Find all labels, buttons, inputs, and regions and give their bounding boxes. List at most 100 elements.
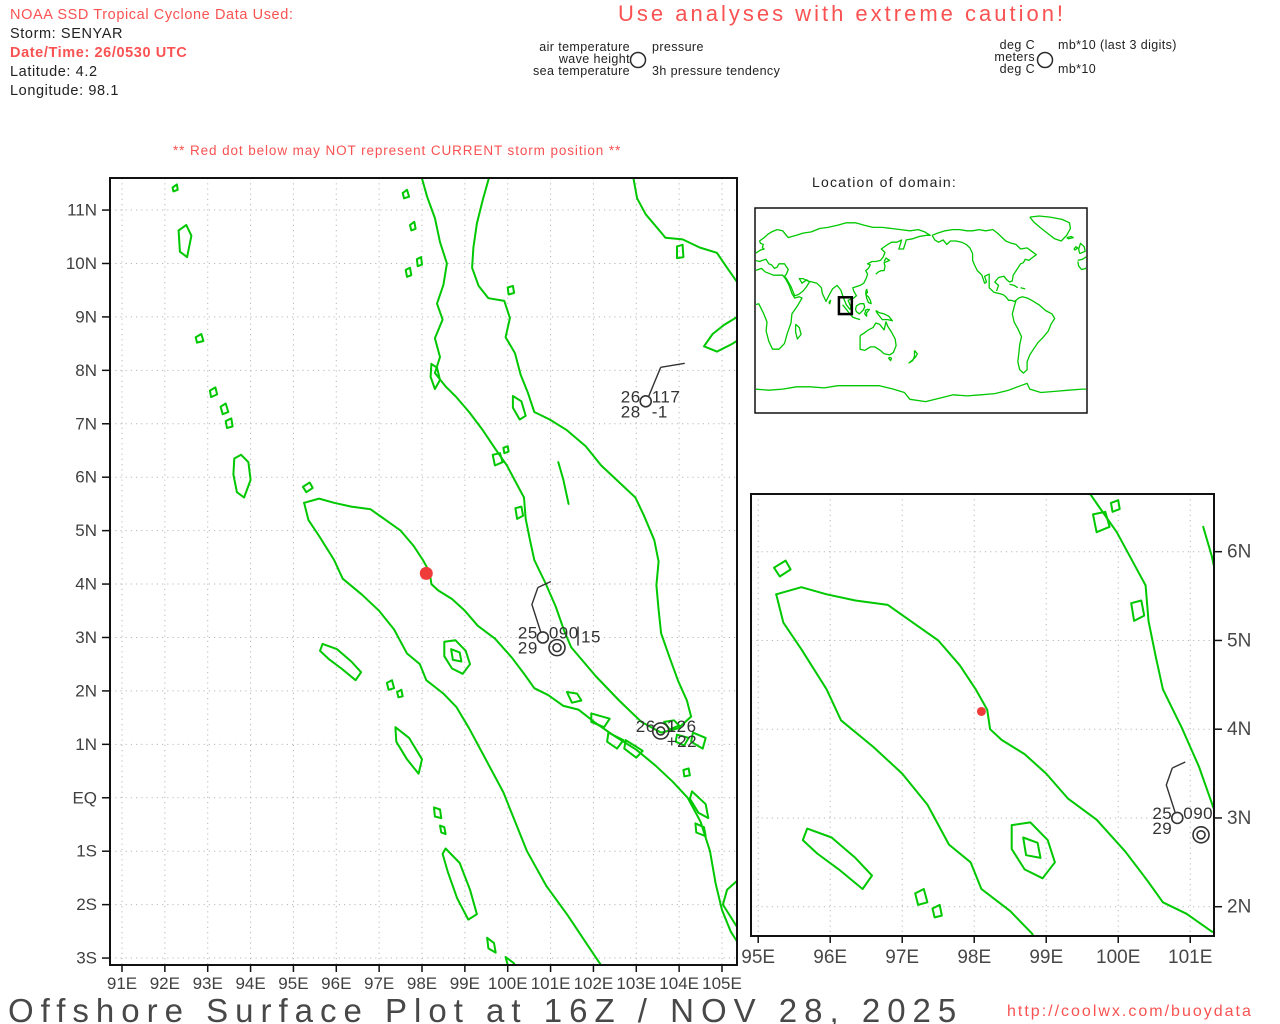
- coastline: [676, 243, 685, 260]
- coastline: [1010, 821, 1056, 880]
- world-coastline: [1029, 215, 1072, 242]
- storm-position-dot: [976, 706, 986, 716]
- main-map-content: 2628117-12529090 1526 126+22: [111, 179, 736, 964]
- coastline: [557, 461, 570, 505]
- world-coastline: [1066, 235, 1074, 240]
- coastline: [1092, 510, 1111, 534]
- coastline: [1202, 525, 1213, 567]
- station-air-temp: 26: [636, 717, 656, 736]
- coastline: [303, 501, 602, 964]
- y-axis-label: 4N: [1227, 719, 1251, 740]
- coastline: [486, 936, 497, 954]
- coastline: [433, 806, 443, 820]
- source-url[interactable]: http://coolwx.com/buoydata: [1007, 1003, 1253, 1021]
- coastline: [429, 362, 441, 390]
- y-axis-label: 2N: [1227, 897, 1251, 918]
- world-coastline: [865, 288, 872, 305]
- world-coastline: [756, 258, 789, 277]
- coastline: [441, 847, 478, 921]
- y-axis-label: 1N: [75, 735, 97, 754]
- station-tendency: +22: [667, 732, 697, 751]
- coastline: [1259, 944, 1280, 967]
- coastline: [1127, 417, 1149, 456]
- coastline: [177, 224, 193, 259]
- coastline: [404, 266, 413, 278]
- world-coastline: [794, 323, 802, 340]
- x-axis-label: 100E: [488, 974, 528, 993]
- x-axis-label: 96E: [813, 947, 847, 968]
- x-axis-label: 99E: [1029, 947, 1063, 968]
- units-station-circle-icon: [1036, 51, 1054, 69]
- x-axis-label: 95E: [741, 947, 775, 968]
- coastline: [224, 417, 234, 429]
- coastline: [565, 691, 583, 704]
- station-model-legend-right: pressure 3h pressure tendency: [652, 41, 781, 78]
- world-locator-map: [754, 207, 1088, 414]
- y-axis-label: EQ: [72, 788, 97, 807]
- coastline: [439, 824, 447, 836]
- y-axis-label: 2S: [76, 895, 97, 914]
- coastline: [1130, 599, 1146, 622]
- x-axis-label: 98E: [407, 974, 437, 993]
- storm-longitude-line: Longitude: 98.1: [10, 83, 119, 99]
- y-axis-label: 9N: [75, 307, 97, 326]
- x-axis-label: 104E: [659, 974, 699, 993]
- coastline: [409, 220, 417, 232]
- coastline: [208, 386, 219, 399]
- coastline: [1118, 234, 1129, 248]
- station-sea-temp: 28: [621, 402, 641, 421]
- coastline: [301, 481, 314, 494]
- world-coastline: [1078, 242, 1086, 255]
- coastline: [954, 127, 963, 141]
- inset-map-content: 2628117-125290901526126+22: [594, 74, 1280, 967]
- coastline: [931, 903, 943, 919]
- caution-banner: Use analyses with extreme caution!: [618, 1, 1067, 26]
- x-axis-label: 100E: [1096, 947, 1140, 968]
- coastline: [194, 333, 205, 344]
- coastline: [636, 429, 649, 447]
- station-104e-1n: 26 126+22: [636, 717, 697, 751]
- coastline: [914, 888, 929, 906]
- world-coastline: [864, 308, 871, 317]
- red-dot-warning: ** Red dot below may NOT represent CURRE…: [173, 143, 622, 158]
- x-axis-label: 92E: [150, 974, 180, 993]
- coastline: [590, 712, 611, 729]
- x-axis-label: 94E: [235, 974, 265, 993]
- station-sea-temp: 29: [518, 638, 538, 657]
- coastline: [171, 183, 179, 193]
- units-degc-label-2: deg C: [999, 61, 1035, 76]
- world-coastline: [1020, 287, 1026, 290]
- y-axis-label: 3S: [76, 949, 97, 968]
- x-axis-label: 95E: [278, 974, 308, 993]
- y-axis-label: 5N: [1227, 630, 1251, 651]
- coastline: [415, 256, 423, 268]
- world-map-frame: [754, 207, 1088, 414]
- world-coastline: [828, 299, 832, 305]
- x-axis-label: 101E: [1168, 947, 1212, 968]
- coastline: [966, 186, 975, 201]
- coastline: [443, 639, 471, 675]
- y-axis-label: 5N: [75, 521, 97, 540]
- world-coastline: [1073, 246, 1079, 251]
- coastline: [394, 726, 423, 775]
- plot-title: Offshore Surface Plot at 16Z / NOV 28, 2…: [8, 992, 964, 1024]
- world-coastline: [859, 321, 897, 356]
- coastline: [682, 767, 691, 778]
- x-axis-label: 103E: [616, 974, 656, 993]
- coastline: [514, 505, 525, 520]
- coastline: [703, 316, 736, 353]
- world-coastline: [756, 382, 1086, 403]
- coastline: [232, 453, 252, 499]
- coastline: [942, 74, 953, 88]
- coastline: [396, 688, 404, 699]
- coastline: [657, 514, 686, 585]
- y-axis-label: 6N: [75, 468, 97, 487]
- coastline: [401, 188, 411, 200]
- world-coastline: [908, 349, 918, 364]
- units-legend-right: mb*10 (last 3 digits) mb*10: [1058, 39, 1177, 75]
- y-axis-label: 10N: [66, 254, 97, 273]
- x-axis-label: 101E: [531, 974, 571, 993]
- coastline: [594, 314, 607, 328]
- coastline: [511, 395, 527, 421]
- legend-pressure-tendency-label: 3h pressure tendency: [652, 63, 781, 78]
